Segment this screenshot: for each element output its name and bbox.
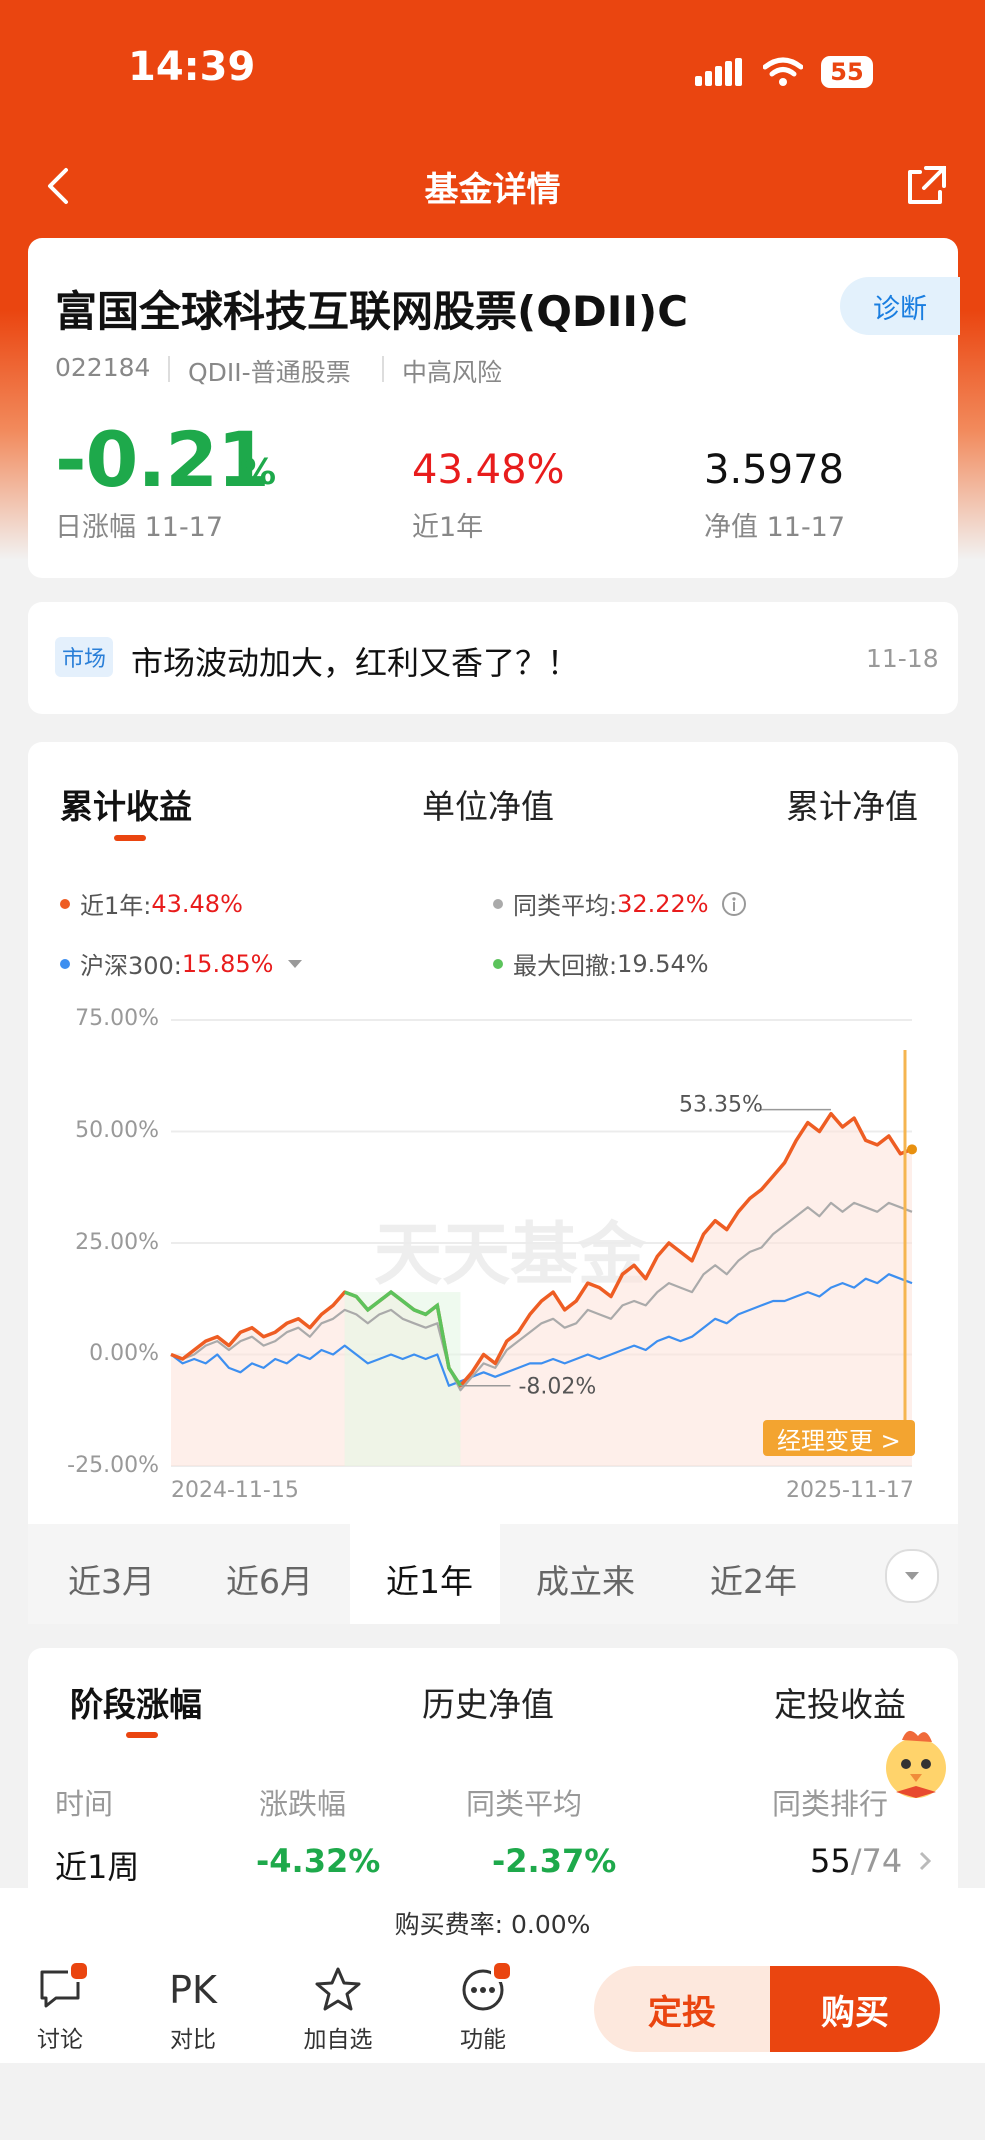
notification-badge [491,1960,513,1982]
x-start-label: 2024-11-15 [171,1478,299,1503]
row-peer-avg: -2.37% [492,1842,617,1880]
tab-underline [126,1732,158,1738]
discuss-button[interactable]: 讨论 [10,1960,110,2055]
purchase-fee: 购买费率: 0.00% [394,1910,591,1939]
watchlist-label: 加自选 [303,2027,373,2053]
buy-button[interactable]: 购买 [770,1966,940,2052]
row-period: 近1周 [55,1848,140,1886]
period-3m[interactable]: 近3月 [68,1555,155,1603]
col-header-rank: 同类排行 [772,1787,889,1821]
period-6m[interactable]: 近6月 [226,1555,313,1603]
home-indicator-area [0,2063,985,2140]
notification-badge [68,1960,90,1982]
col-header-time: 时间 [55,1787,114,1821]
chart-watermark: 天天基金 [374,1216,647,1295]
expand-periods-button[interactable] [885,1549,939,1603]
discuss-label: 讨论 [37,2027,83,2053]
tab-stage-change[interactable]: 阶段涨幅 [70,1678,202,1726]
trough-label: -8.02% [518,1375,596,1400]
functions-label: 功能 [460,2027,506,2053]
period-since-inception[interactable]: 成立来 [536,1555,635,1603]
rank-total: /74 [850,1842,903,1880]
manager-change-button[interactable]: 经理变更 > [763,1420,915,1456]
col-header-change: 涨跌幅 [259,1787,347,1821]
compare-label: 对比 [170,2027,216,2053]
rank-value: 55 [810,1842,851,1880]
row-rank[interactable]: 55/74 [810,1842,932,1880]
sip-button[interactable]: 定投 [594,1966,770,2052]
tab-sip-return[interactable]: 定投收益 [774,1678,906,1726]
period-2y[interactable]: 近2年 [710,1555,797,1603]
x-end-label: 2025-11-17 [786,1478,914,1503]
chevron-right-icon [920,1851,932,1871]
series-end-marker [907,1144,917,1155]
star-icon [315,1967,361,2011]
period-1y[interactable]: 近1年 [386,1555,473,1603]
row-change: -4.32% [256,1842,381,1880]
peak-label: 53.35% [679,1093,763,1118]
chevron-down-icon [905,1572,919,1580]
functions-button[interactable]: 功能 [433,1960,533,2055]
compare-button[interactable]: PK 对比 [143,1960,243,2055]
add-watchlist-button[interactable]: 加自选 [288,1960,388,2055]
tab-history-nav[interactable]: 历史净值 [422,1678,554,1726]
return-chart[interactable]: 天天基金 53.35% -8.02% [0,0,985,1600]
pk-icon: PK [169,1968,217,2012]
col-header-peer-avg: 同类平均 [466,1787,583,1821]
